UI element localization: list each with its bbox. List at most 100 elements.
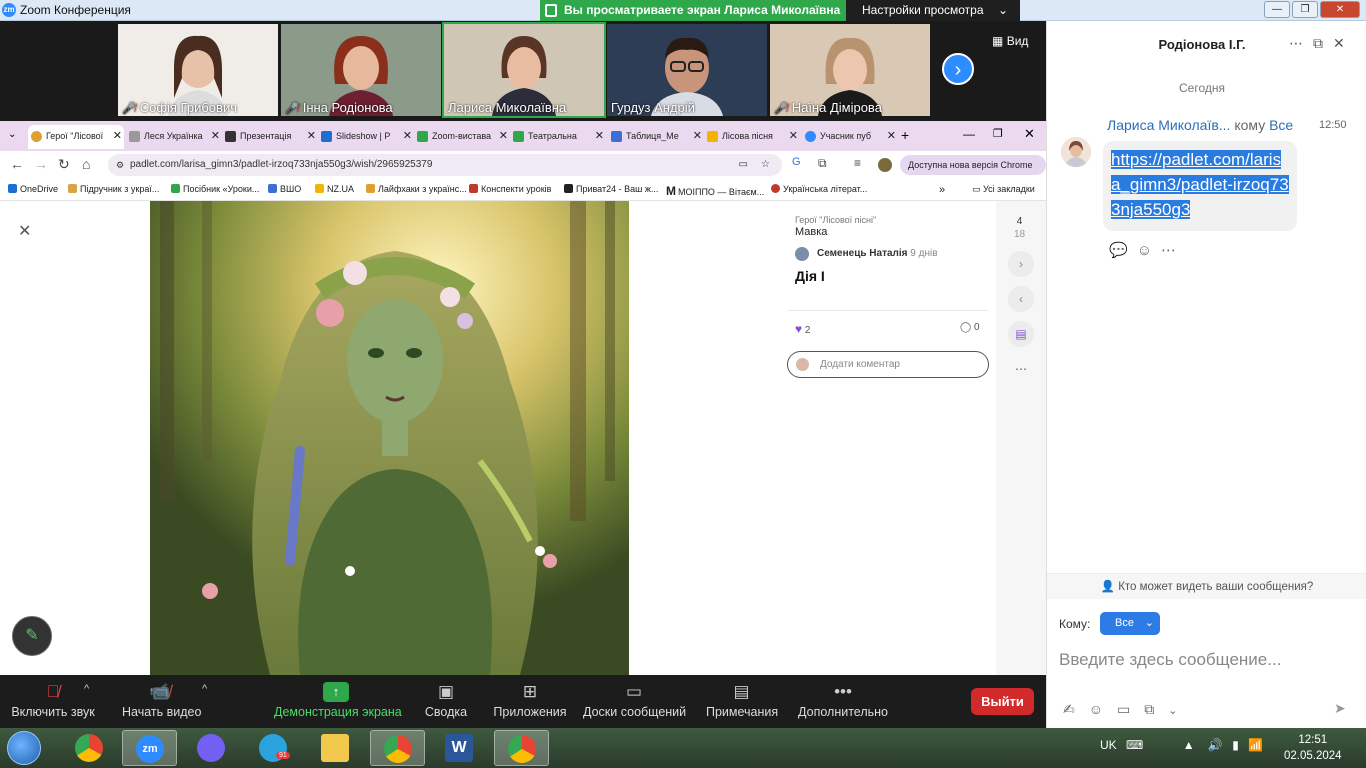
show-hidden-icons-icon[interactable]: ▲	[1183, 738, 1195, 752]
more-options-icon[interactable]: ⋯	[1008, 356, 1034, 382]
message-link[interactable]: https://padlet.com/larisa_gimn3/padlet-i…	[1111, 150, 1289, 219]
close-icon[interactable]: ✕	[18, 221, 31, 241]
profile-avatar[interactable]	[878, 158, 892, 172]
send-icon[interactable]: ➤	[1334, 700, 1346, 717]
bookmark-star-icon[interactable]: ☆	[761, 154, 770, 176]
message-input[interactable]	[1059, 644, 1355, 676]
chevron-down-icon[interactable]: ⌄	[1168, 705, 1191, 717]
taskbar-explorer[interactable]	[308, 730, 363, 766]
add-reaction-icon[interactable]: ☺	[1137, 242, 1161, 259]
restore-icon[interactable]: ❐	[993, 127, 1003, 140]
close-tab-icon[interactable]: ✕	[499, 125, 508, 147]
comment-panel-icon[interactable]: ▤	[1008, 321, 1034, 347]
close-tab-icon[interactable]: ✕	[211, 125, 220, 147]
taskbar-viber[interactable]	[184, 730, 239, 766]
taskbar-chrome-2[interactable]	[494, 730, 549, 766]
close-tab-icon[interactable]: ✕	[113, 125, 122, 147]
battery-icon[interactable]: ▮	[1232, 738, 1239, 752]
bookmark-item[interactable]: Посібник «Уроки...	[171, 184, 259, 194]
home-icon[interactable]: ⌂	[82, 156, 90, 172]
maximize-button[interactable]: ❐	[1292, 1, 1318, 18]
popout-icon[interactable]: ⧉	[1313, 35, 1333, 51]
view-button[interactable]: ▦ Вид	[992, 34, 1028, 48]
bookmark-item[interactable]: Конспекти уроків	[469, 184, 551, 194]
close-tab-icon[interactable]: ✕	[307, 125, 316, 147]
leave-button[interactable]: Выйти	[971, 688, 1034, 715]
recipient-select[interactable]: Все ⌄	[1100, 612, 1160, 635]
clock[interactable]: 12:51 02.05.2024	[1284, 732, 1342, 764]
tab-presentation[interactable]: Презентація ✕	[222, 125, 318, 149]
language-indicator[interactable]: UK	[1100, 738, 1117, 752]
tab-search-icon[interactable]: ⌄	[8, 129, 16, 140]
media-icon[interactable]: ≡	[854, 156, 861, 170]
close-tab-icon[interactable]: ✕	[789, 125, 798, 147]
bookmark-item[interactable]: Підручник з украї...	[68, 184, 159, 194]
bookmark-item[interactable]: OneDrive	[8, 184, 58, 194]
participant-tile[interactable]: 🎤̸ Наїна Дімірова	[770, 24, 930, 116]
close-tab-icon[interactable]: ✕	[595, 125, 604, 147]
taskbar-word[interactable]: W	[432, 730, 487, 766]
back-icon[interactable]: ←	[10, 156, 24, 172]
taskbar-chrome[interactable]	[62, 730, 117, 766]
close-tab-icon[interactable]: ✕	[403, 125, 412, 147]
more-options-icon[interactable]: ⋯	[1289, 35, 1313, 51]
forward-icon[interactable]: →	[34, 156, 48, 172]
reload-icon[interactable]: ↻	[58, 156, 70, 173]
message-sender[interactable]: Лариса Миколаїв... кому Все	[1107, 117, 1293, 133]
tab-participant[interactable]: Учасник пуб ✕	[802, 125, 898, 149]
board-breadcrumb[interactable]: Герої "Лісової пісні"	[795, 215, 876, 225]
network-icon[interactable]: 📶	[1248, 738, 1263, 752]
screenshot-icon[interactable]: ⧉	[1144, 701, 1168, 717]
share-screen-button[interactable]: ↑ Демонстрация экрана	[274, 675, 402, 728]
minimize-icon[interactable]: —	[963, 127, 975, 141]
next-page-arrow-icon[interactable]: ›	[942, 53, 974, 85]
participant-tile-active-speaker[interactable]: Лариса Миколаївна	[442, 22, 606, 118]
summary-button[interactable]: ▣ Сводка	[424, 675, 468, 728]
close-window-button[interactable]: ✕	[1320, 1, 1360, 18]
who-can-see-button[interactable]: 👤 Кто может видеть ваши сообщения?	[1047, 573, 1366, 599]
participant-tile[interactable]: Гурдуз Андрій	[607, 24, 767, 116]
bookmark-item[interactable]: Українська літерат...	[771, 184, 867, 194]
minimize-button[interactable]: —	[1264, 1, 1290, 18]
tab-table[interactable]: Таблиця_Ме ✕	[608, 125, 704, 149]
keyboard-icon[interactable]: ⌨	[1126, 738, 1143, 752]
start-button[interactable]	[7, 731, 41, 765]
more-button[interactable]: ••• Дополнительно	[798, 675, 888, 728]
close-tab-icon[interactable]: ✕	[887, 125, 896, 147]
reply-icon[interactable]: 💬	[1109, 242, 1137, 259]
new-tab-icon[interactable]: +	[901, 127, 909, 143]
start-video-button[interactable]: 📹̸ Начать видео	[122, 675, 201, 728]
extensions-icon[interactable]: ⧉	[818, 156, 827, 171]
tab-zoom-show[interactable]: Zoom-вистава ✕	[414, 125, 510, 149]
file-icon[interactable]: ▭	[1117, 701, 1144, 717]
bookmark-item[interactable]: Лайфхаки з українс...	[366, 184, 467, 194]
emoji-icon[interactable]: ☺	[1089, 701, 1117, 717]
tab-lesia[interactable]: Леся Українка ✕	[126, 125, 222, 149]
translate-icon[interactable]: G	[792, 156, 801, 168]
volume-icon[interactable]: 🔊	[1208, 738, 1223, 752]
previous-post-chevron-left-icon[interactable]: ‹	[1008, 286, 1034, 312]
whiteboards-button[interactable]: ▭ Доски сообщений	[583, 675, 686, 728]
more-bookmarks-icon[interactable]: »	[939, 184, 945, 196]
bookmark-item[interactable]: NZ.UA	[315, 184, 354, 194]
participant-tile[interactable]: 🎤̸ Софія Грибович	[118, 24, 278, 116]
annotate-pen-icon[interactable]: ✎	[12, 616, 52, 656]
tab-slideshow[interactable]: Slideshow | P ✕	[318, 125, 414, 149]
audio-options-chevron-icon[interactable]: ^	[84, 683, 89, 695]
taskbar-chrome-profile[interactable]	[370, 730, 425, 766]
tab-theatre[interactable]: Театральна ✕	[510, 125, 606, 149]
view-settings-button[interactable]: Настройки просмотра ⌄	[846, 0, 1020, 21]
format-icon[interactable]: ✍	[1063, 701, 1089, 717]
chrome-update-button[interactable]: Доступна нова версія Chrome ⋮	[900, 155, 1046, 190]
taskbar-telegram[interactable]: 91	[246, 730, 301, 766]
apps-button[interactable]: ⊞ Приложения	[493, 675, 567, 728]
url-input[interactable]: ⚙ padlet.com/larisa_gimn3/padlet-irzoq73…	[108, 154, 782, 176]
video-options-chevron-icon[interactable]: ^	[202, 683, 207, 695]
bookmark-item[interactable]: Приват24 - Ваш ж...	[564, 184, 658, 194]
bookmark-item[interactable]: M МОІППО — Вітаєм...	[666, 184, 764, 198]
bookmark-item[interactable]: ВШО	[268, 184, 301, 194]
close-icon[interactable]: ✕	[1024, 126, 1035, 142]
more-options-icon[interactable]: ⋯	[1161, 242, 1185, 259]
next-post-chevron-right-icon[interactable]: ›	[1008, 251, 1034, 277]
comments-count[interactable]: ◯ 0	[960, 322, 980, 333]
